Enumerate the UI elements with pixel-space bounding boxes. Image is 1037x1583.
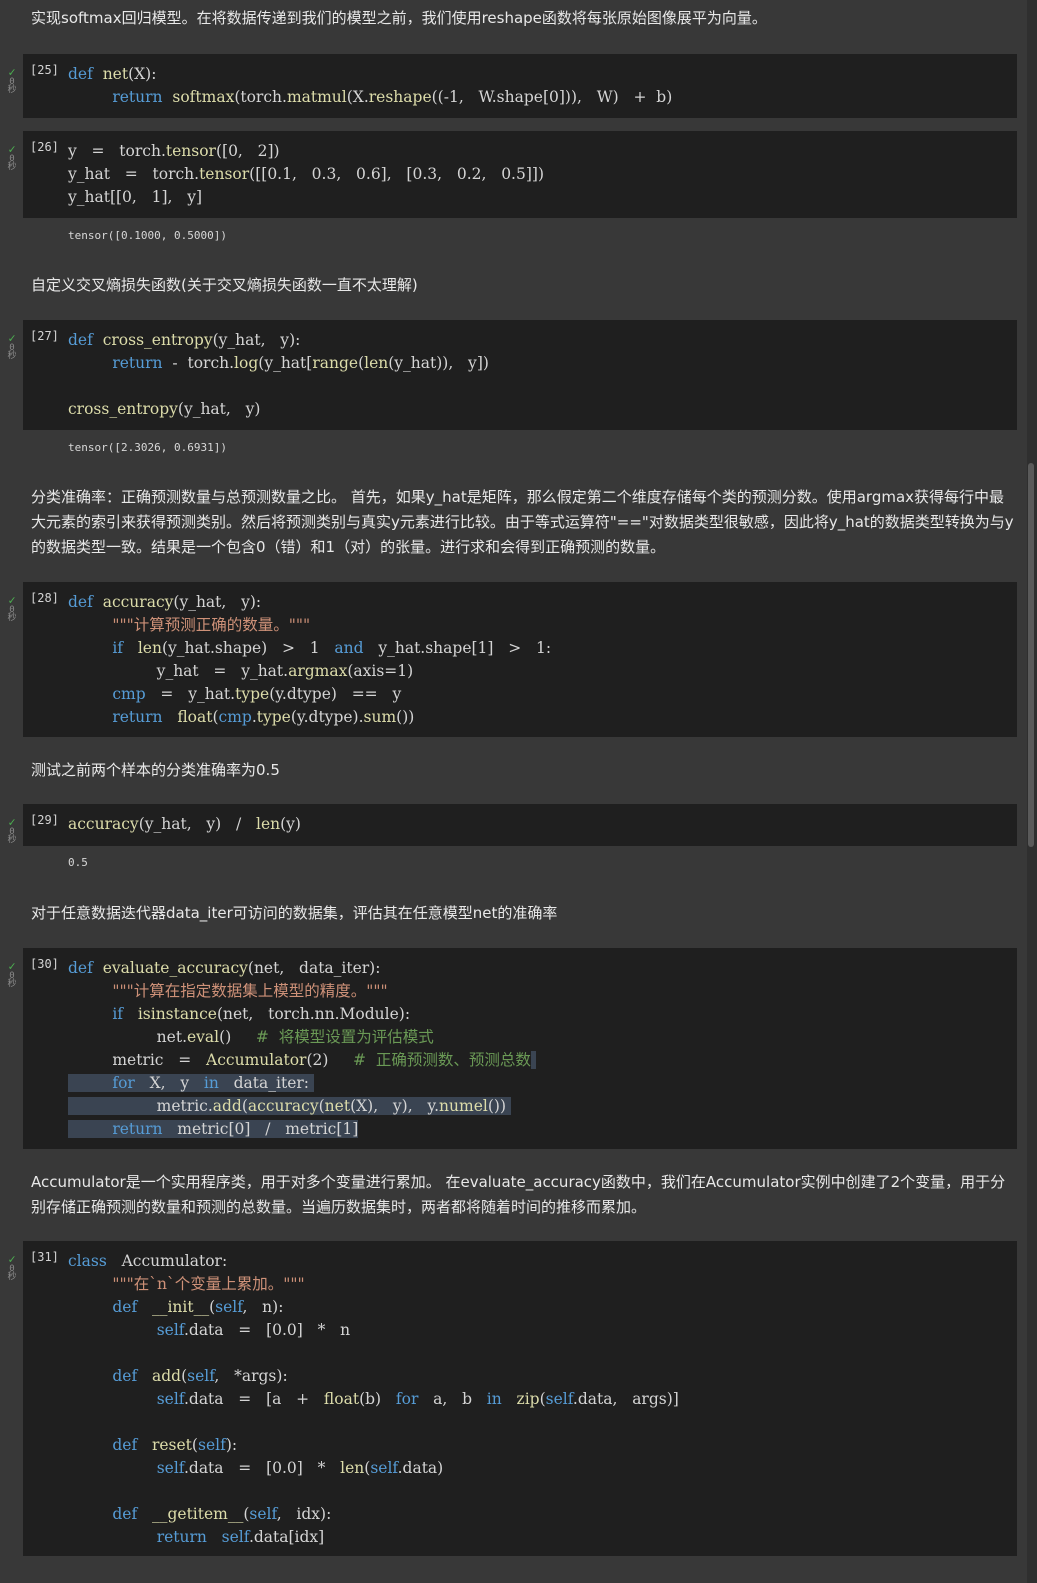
code-editor[interactable]: def net(X): return softmax(torch.matmul(…	[68, 63, 1017, 109]
exec-unit: 秒	[7, 835, 17, 845]
markdown-test-accuracy: 测试之前两个样本的分类准确率为0.5	[31, 761, 280, 779]
cell-output-27: tensor([2.3026, 0.6931])	[68, 441, 227, 454]
code-cell-27[interactable]: [27] def cross_entropy(y_hat, y): return…	[23, 320, 1017, 430]
code-cell-25[interactable]: [25] def net(X): return softmax(torch.ma…	[23, 54, 1017, 118]
exec-unit: 秒	[7, 613, 17, 623]
code-cell-29[interactable]: [29] accuracy(y_hat, y) / len(y)	[23, 804, 1017, 846]
code-editor[interactable]: class Accumulator: """在`n`个变量上累加。""" def…	[68, 1250, 1017, 1549]
exec-unit: 秒	[7, 979, 17, 989]
code-editor[interactable]: accuracy(y_hat, y) / len(y)	[68, 813, 1017, 836]
code-cell-31[interactable]: [31] class Accumulator: """在`n`个变量上累加。""…	[23, 1241, 1017, 1556]
markdown-accumulator-desc: Accumulator是一个实用程序类，用于对多个变量进行累加。 在evalua…	[31, 1173, 1006, 1216]
exec-unit: 秒	[7, 1272, 17, 1282]
cell-output-26: tensor([0.1000, 0.5000])	[68, 229, 227, 242]
cell-status-31: ✓ 0 秒	[5, 1253, 19, 1282]
cell-output-29: 0.5	[68, 856, 88, 869]
markdown-eval-desc: 对于任意数据迭代器data_iter可访问的数据集，评估其在任意模型net的准确…	[31, 904, 558, 922]
code-editor[interactable]: def evaluate_accuracy(net, data_iter): "…	[68, 957, 1017, 1141]
cell-prompt: [31]	[30, 1250, 59, 1264]
exec-unit: 秒	[7, 162, 17, 172]
cell-prompt: [26]	[30, 140, 59, 154]
code-editor[interactable]: def accuracy(y_hat, y): """计算预测正确的数量。"""…	[68, 591, 1017, 729]
cell-status-26: ✓ 0 秒	[5, 143, 19, 172]
cell-status-29: ✓ 0 秒	[5, 816, 19, 845]
code-editor[interactable]: def cross_entropy(y_hat, y): return - to…	[68, 329, 1017, 421]
code-cell-30[interactable]: [30] def evaluate_accuracy(net, data_ite…	[23, 948, 1017, 1149]
exec-unit: 秒	[7, 85, 17, 95]
cell-prompt: [28]	[30, 591, 59, 605]
cell-status-27: ✓ 0 秒	[5, 332, 19, 361]
vertical-scrollbar[interactable]	[1028, 463, 1034, 847]
exec-unit: 秒	[7, 351, 17, 361]
markdown-ce-title: 自定义交叉熵损失函数(关于交叉熵损失函数一直不太理解)	[31, 276, 418, 294]
cell-prompt: [27]	[30, 329, 59, 343]
code-cell-26[interactable]: [26] y = torch.tensor([0, 2]) y_hat = tor…	[23, 131, 1017, 218]
code-cell-28[interactable]: [28] def accuracy(y_hat, y): """计算预测正确的数…	[23, 582, 1017, 737]
markdown-intro: 实现softmax回归模型。在将数据传递到我们的模型之前，我们使用reshape…	[31, 9, 767, 27]
cell-status-25: ✓ 0 秒	[5, 66, 19, 95]
cell-prompt: [25]	[30, 63, 59, 77]
cell-status-30: ✓ 0 秒	[5, 960, 19, 989]
markdown-accuracy-desc: 分类准确率：正确预测数量与总预测数量之比。 首先，如果y_hat是矩阵，那么假定…	[31, 488, 1014, 556]
code-editor[interactable]: y = torch.tensor([0, 2]) y_hat = torch.te…	[68, 140, 1017, 209]
cell-prompt: [29]	[30, 813, 59, 827]
cell-status-28: ✓ 0 秒	[5, 594, 19, 623]
cell-prompt: [30]	[30, 957, 59, 971]
